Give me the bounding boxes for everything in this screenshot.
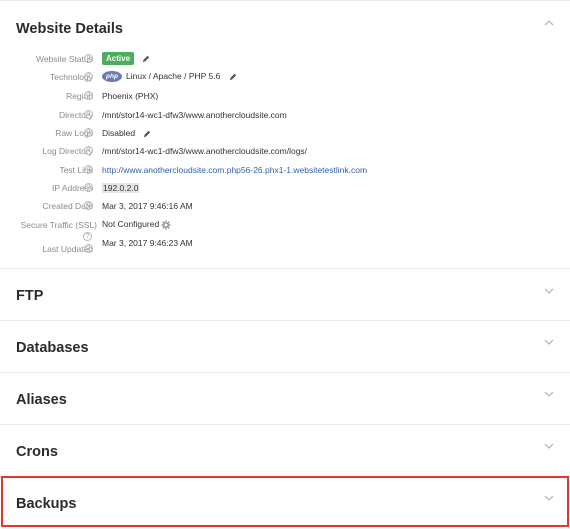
secure-traffic-value: Not Configured — [102, 219, 171, 230]
ip-address-value: 192.0.2.0 — [102, 183, 140, 193]
technology-text: Linux / Apache / PHP 5.6 — [126, 71, 221, 81]
help-icon[interactable]: ? — [84, 165, 93, 174]
ftp-title: FTP — [16, 288, 44, 304]
row-region: Region ? Phoenix (PHX) — [0, 91, 570, 109]
log-directory-value: /mnt/stor14-wc1-dfw3/www.anothercloudsit… — [102, 146, 308, 156]
crons-panel[interactable]: Crons — [0, 424, 570, 476]
chevron-down-icon[interactable] — [542, 441, 556, 451]
row-last-updated: Last Updated ? Mar 3, 2017 9:46:23 AM — [0, 238, 570, 256]
technology-value: php Linux / Apache / PHP 5.6 — [102, 71, 237, 83]
row-technology: Technology ? php Linux / Apache / PHP 5.6 — [0, 71, 570, 90]
website-details-panel: Website Details Website Status ? Active … — [0, 0, 570, 268]
region-value: Phoenix (PHX) — [102, 91, 159, 101]
row-ip-address: IP Address ? 192.0.2.0 — [0, 183, 570, 201]
php-logo: php — [102, 71, 122, 83]
row-created-date: Created Date ? Mar 3, 2017 9:46:16 AM — [0, 201, 570, 219]
raw-logs-value: Disabled — [102, 128, 151, 138]
pencil-icon[interactable] — [229, 73, 237, 81]
row-directory: Directory ? /mnt/stor14-wc1-dfw3/www.ano… — [0, 110, 570, 128]
row-raw-logs: Raw Logs ? Disabled — [0, 128, 570, 146]
pencil-icon[interactable] — [143, 130, 151, 138]
secure-traffic-label: Secure Traffic (SSL) — [20, 220, 97, 230]
row-website-status: Website Status ? Active — [0, 52, 570, 72]
chevron-down-icon[interactable] — [542, 337, 556, 347]
status-badge: Active — [102, 52, 135, 65]
help-icon[interactable]: ? — [84, 91, 93, 100]
aliases-panel[interactable]: Aliases — [0, 372, 570, 424]
created-date-value: Mar 3, 2017 9:46:16 AM — [102, 201, 193, 211]
help-icon[interactable]: ? — [84, 201, 93, 210]
chevron-down-icon[interactable] — [542, 389, 556, 399]
ip-address-text: 192.0.2.0 — [102, 183, 140, 193]
help-icon[interactable]: ? — [84, 183, 93, 192]
row-test-link: Test Link ? http://www.anothercloudsite.… — [0, 165, 570, 183]
help-icon[interactable]: ? — [84, 244, 93, 253]
last-updated-value: Mar 3, 2017 9:46:23 AM — [102, 238, 193, 248]
row-secure-traffic: Secure Traffic (SSL) ? Not Configured — [0, 219, 570, 241]
website-status-value: Active — [102, 52, 150, 65]
chevron-up-icon[interactable] — [542, 18, 556, 28]
highlight-box — [1, 476, 569, 527]
help-icon[interactable]: ? — [84, 72, 93, 81]
website-details-title: Website Details — [16, 21, 123, 37]
help-icon[interactable]: ? — [84, 146, 93, 155]
aliases-title: Aliases — [16, 392, 67, 408]
crons-title: Crons — [16, 444, 58, 460]
directory-value: /mnt/stor14-wc1-dfw3/www.anothercloudsit… — [102, 110, 287, 120]
test-link[interactable]: http://www.anothercloudsite.com.php56-26… — [102, 165, 367, 175]
help-icon[interactable]: ? — [84, 128, 93, 137]
databases-title: Databases — [16, 340, 89, 356]
pencil-icon[interactable] — [142, 55, 150, 63]
row-log-directory: Log Directory ? /mnt/stor14-wc1-dfw3/www… — [0, 146, 570, 164]
ftp-panel[interactable]: FTP — [0, 268, 570, 320]
help-icon[interactable]: ? — [84, 110, 93, 119]
raw-logs-text: Disabled — [102, 128, 136, 138]
help-icon[interactable]: ? — [84, 54, 93, 63]
chevron-down-icon[interactable] — [542, 286, 556, 296]
secure-traffic-text: Not Configured — [102, 219, 160, 229]
gear-icon[interactable] — [161, 220, 171, 230]
databases-panel[interactable]: Databases — [0, 320, 570, 372]
